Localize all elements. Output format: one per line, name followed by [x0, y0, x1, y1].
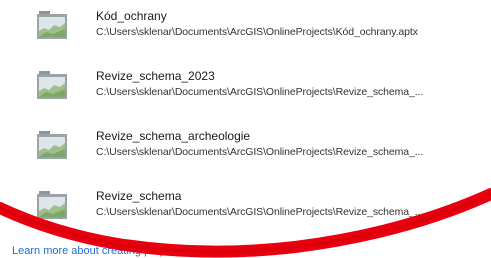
template-name: Revize_schema — [96, 189, 182, 203]
template-item-kod-ochrany[interactable]: Kód_ochrany C:\Users\sklenar\Documents\A… — [0, 0, 491, 52]
template-name: Kód_ochrany — [96, 9, 167, 23]
project-template-icon — [36, 190, 68, 220]
template-name: Revize_schema_2023 — [96, 69, 215, 83]
template-item-revize-schema-archeologie[interactable]: Revize_schema_archeologie C:\Users\sklen… — [0, 120, 491, 172]
project-templates-panel: Kód_ochrany C:\Users\sklenar\Documents\A… — [0, 0, 491, 258]
template-name: Revize_schema_archeologie — [96, 129, 251, 143]
template-item-revize-schema-2023[interactable]: Revize_schema_2023 C:\Users\sklenar\Docu… — [0, 60, 491, 112]
project-template-icon — [36, 130, 68, 160]
template-path: C:\Users\sklenar\Documents\ArcGIS\Online… — [96, 86, 424, 98]
template-path: C:\Users\sklenar\Documents\ArcGIS\Online… — [96, 146, 424, 158]
template-item-revize-schema[interactable]: Revize_schema C:\Users\sklenar\Documents… — [0, 180, 491, 232]
template-path: C:\Users\sklenar\Documents\ArcGIS\Online… — [96, 206, 424, 218]
learn-more-templates-link[interactable]: Learn more about creating project templa… — [12, 245, 228, 257]
project-template-icon — [36, 10, 68, 40]
project-template-icon — [36, 70, 68, 100]
template-path: C:\Users\sklenar\Documents\ArcGIS\Online… — [96, 26, 418, 38]
